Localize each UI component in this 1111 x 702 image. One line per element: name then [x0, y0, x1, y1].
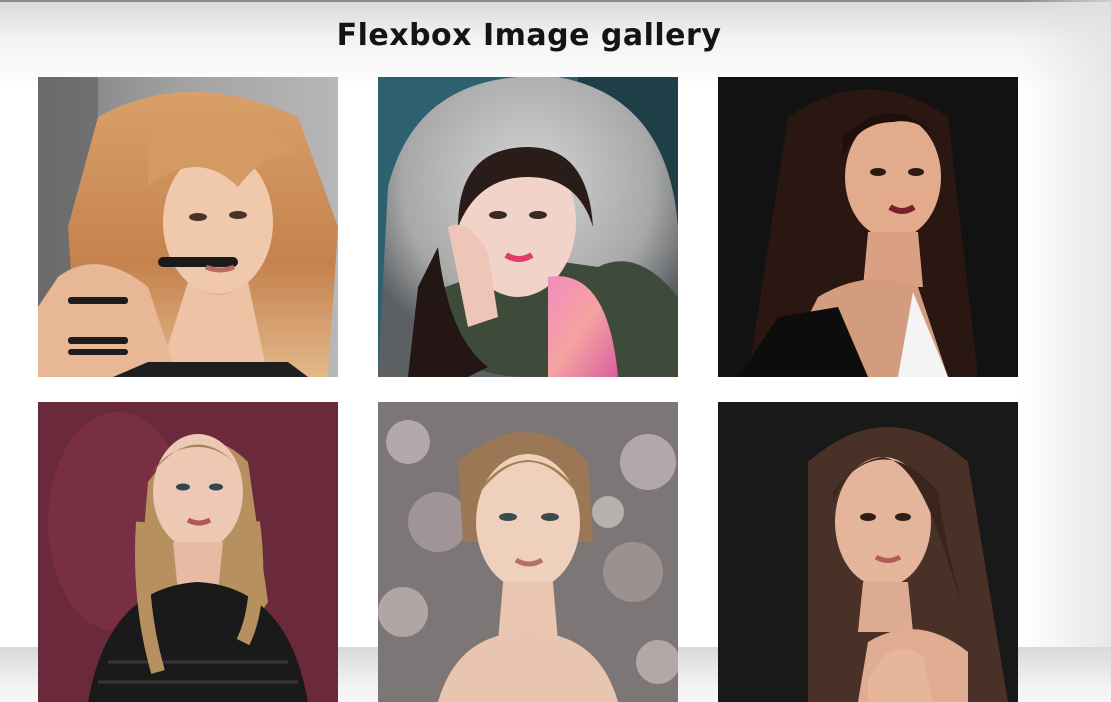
- portrait-photo: [378, 77, 678, 377]
- gallery-image-6[interactable]: [718, 402, 1018, 702]
- gallery-image-2[interactable]: [378, 77, 678, 377]
- portrait-photo: [38, 402, 338, 702]
- gallery-image-1[interactable]: [38, 77, 338, 377]
- gallery-image-3[interactable]: [718, 77, 1018, 377]
- gallery-image-4[interactable]: [38, 402, 338, 702]
- portrait-photo: [718, 77, 1018, 377]
- right-edge-shade: [1021, 0, 1111, 647]
- portrait-photo: [38, 77, 338, 377]
- top-border: [0, 0, 1111, 2]
- portrait-photo: [378, 402, 678, 702]
- gallery-image-5[interactable]: [378, 402, 678, 702]
- portrait-photo: [718, 402, 1018, 702]
- page-title: Flexbox Image gallery: [336, 18, 722, 53]
